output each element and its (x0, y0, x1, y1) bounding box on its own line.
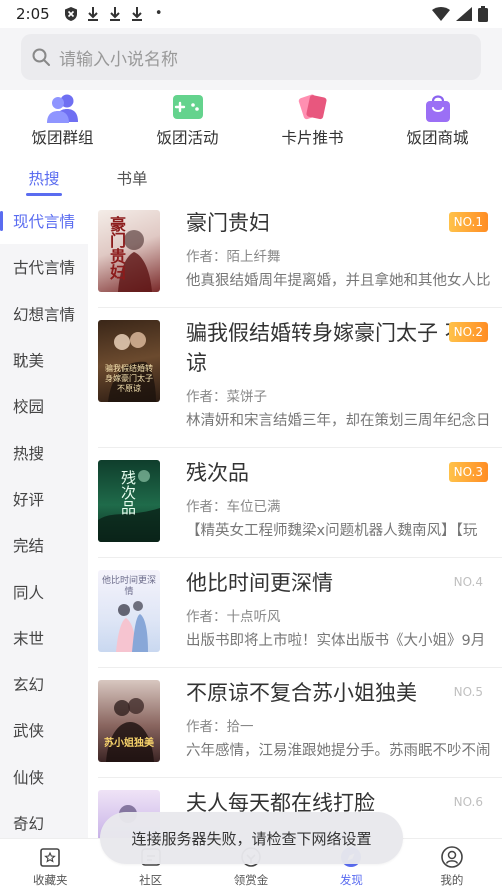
nav-bookshelf[interactable]: 收藏夹 (0, 839, 100, 892)
rank-badge: NO.2 (448, 322, 488, 342)
rank-badge: NO.5 (453, 685, 483, 699)
category-item[interactable]: 完结 (0, 522, 88, 568)
book-title: 他比时间更深情 (186, 571, 333, 595)
book-description: 林清妍和宋言结婚三年，却在策划三周年纪念日 (186, 413, 491, 429)
rank-badge: NO.6 (453, 795, 483, 809)
book-author: 作者：车位已满 (186, 499, 281, 515)
book-description: 六年感情，江易淮跟她提分手。苏雨眠不吵不闹 (186, 743, 491, 759)
toast-text: 连接服务器失败，请检查下网络设置 (131, 829, 372, 848)
category-item[interactable]: 末世 (0, 615, 88, 661)
nav-label: 领赏金 (233, 873, 269, 887)
download-icon (131, 7, 142, 21)
book-item[interactable]: 豪门贵妇 豪门贵妇 作者：陌上纤舞 他真狠结婚周年提离婚，并且拿她和其他女人比 … (98, 198, 502, 308)
category-item[interactable]: 好评 (0, 476, 88, 522)
activity-icon (172, 95, 203, 119)
cards-icon (298, 94, 327, 120)
book-cover: 苏小姐独美 (98, 680, 160, 762)
notification-dot: • (154, 6, 163, 21)
nav-label: 发现 (339, 873, 363, 887)
nav-label: 我的 (440, 873, 464, 887)
status-bar: 2:05 • (0, 0, 502, 28)
category-item[interactable]: 耽美 (0, 337, 88, 383)
search-input[interactable]: 请输入小说名称 (21, 34, 481, 80)
quick-nav-shop[interactable]: 饭团商城 (375, 90, 500, 156)
signal-icon (456, 7, 472, 21)
nav-label: 社区 (139, 873, 163, 887)
book-title: 骗我假结婚转身嫁豪门太子 不原谅 (186, 321, 487, 375)
quick-nav-cards[interactable]: 卡片推书 (250, 90, 375, 156)
quick-nav-groups[interactable]: 饭团群组 (0, 90, 125, 156)
cover-title: 残次品 (119, 470, 137, 515)
category-item[interactable]: 校园 (0, 383, 88, 429)
search-placeholder: 请输入小说名称 (59, 49, 178, 70)
tab-label: 热搜 (28, 170, 60, 188)
category-item[interactable]: 古代言情 (0, 244, 88, 290)
tab-hot-search[interactable]: 热搜 (0, 158, 88, 198)
book-cover: 残次品 (98, 460, 160, 542)
tab-booklist[interactable]: 书单 (88, 158, 176, 198)
book-title: 不原谅不复合苏小姐独美 (186, 681, 417, 705)
wifi-icon (432, 7, 450, 21)
book-cover: 豪门贵妇 (98, 210, 160, 292)
toast-message: 连接服务器失败，请检查下网络设置 (100, 812, 403, 864)
book-item[interactable]: 苏小姐独美 不原谅不复合苏小姐独美 作者：拾一 六年感情，江易淮跟她提分手。苏雨… (98, 668, 502, 778)
quick-nav-label: 饭团活动 (156, 129, 219, 147)
bookshelf-icon (40, 848, 61, 867)
quick-nav-activity[interactable]: 饭团活动 (125, 90, 250, 156)
quick-nav: 饭团群组 饭团活动 卡片推书 饭团商城 (0, 90, 502, 156)
book-author: 作者：菜饼子 (186, 389, 267, 405)
tab-label: 书单 (116, 170, 148, 188)
book-cover: 他比时间更深情 (98, 570, 160, 652)
group-icon (46, 94, 78, 123)
book-title: 豪门贵妇 (186, 211, 270, 235)
category-item[interactable]: 热搜 (0, 429, 88, 475)
status-time: 2:05 (16, 5, 50, 23)
profile-icon (441, 846, 463, 868)
shield-icon (64, 7, 77, 21)
book-description: 他真狠结婚周年提离婚，并且拿她和其他女人比 (186, 273, 491, 289)
book-list: 豪门贵妇 豪门贵妇 作者：陌上纤舞 他真狠结婚周年提离婚，并且拿她和其他女人比 … (88, 198, 502, 838)
category-item[interactable]: 同人 (0, 568, 88, 614)
book-author: 作者：陌上纤舞 (186, 249, 281, 265)
cover-title: 他比时间更深情 (101, 576, 156, 597)
book-description: 【精英女工程师魏梁x问题机器人魏南风】【玩 (186, 523, 478, 539)
book-description: 出版书即将上市啦！实体出版书《大小姐》9月 (186, 633, 486, 649)
quick-nav-label: 卡片推书 (281, 129, 344, 147)
cover-title: 苏小姐独美 (104, 738, 154, 749)
download-icon (87, 7, 98, 21)
book-title: 残次品 (186, 461, 249, 485)
category-item[interactable]: 武侠 (0, 707, 88, 753)
quick-nav-label: 饭团群组 (31, 129, 94, 147)
nav-label: 收藏夹 (32, 873, 68, 887)
nav-profile[interactable]: 我的 (402, 839, 502, 892)
quick-nav-label: 饭团商城 (406, 129, 469, 147)
rank-badge: NO.4 (453, 575, 483, 589)
cover-title: 骗我假结婚转身嫁豪门太子不原谅 (105, 364, 153, 393)
category-item[interactable]: 玄幻 (0, 661, 88, 707)
book-item[interactable]: 他比时间更深情 他比时间更深情 作者：十点听风 出版书即将上市啦！实体出版书《大… (98, 558, 502, 668)
download-icon (109, 7, 120, 21)
category-sidebar: 现代言情 古代言情 幻想言情 耽美 校园 热搜 好评 完结 同人 末世 玄幻 武… (0, 198, 88, 838)
category-item[interactable]: 现代言情 (0, 198, 88, 245)
category-item[interactable]: 仙侠 (0, 754, 88, 800)
rank-badge: NO.1 (448, 212, 488, 232)
battery-icon (478, 6, 488, 22)
book-author: 作者：拾一 (186, 719, 254, 735)
book-item[interactable]: 残次品 残次品 作者：车位已满 【精英女工程师魏梁x问题机器人魏南风】【玩 NO… (98, 448, 502, 558)
tab-bar: 热搜 书单 (0, 158, 502, 198)
tab-underline (26, 193, 62, 196)
shop-bag-icon (425, 95, 450, 122)
category-item[interactable]: 幻想言情 (0, 291, 88, 337)
search-icon (32, 48, 50, 66)
search-area: 请输入小说名称 (0, 28, 502, 90)
book-cover: 骗我假结婚转身嫁豪门太子不原谅 (98, 320, 160, 402)
book-author: 作者：十点听风 (186, 609, 281, 625)
cover-title: 豪门贵妇 (107, 216, 126, 280)
rank-badge: NO.3 (448, 462, 488, 482)
book-item[interactable]: 骗我假结婚转身嫁豪门太子不原谅 骗我假结婚转身嫁豪门太子 不原谅 作者：菜饼子 … (98, 308, 502, 448)
